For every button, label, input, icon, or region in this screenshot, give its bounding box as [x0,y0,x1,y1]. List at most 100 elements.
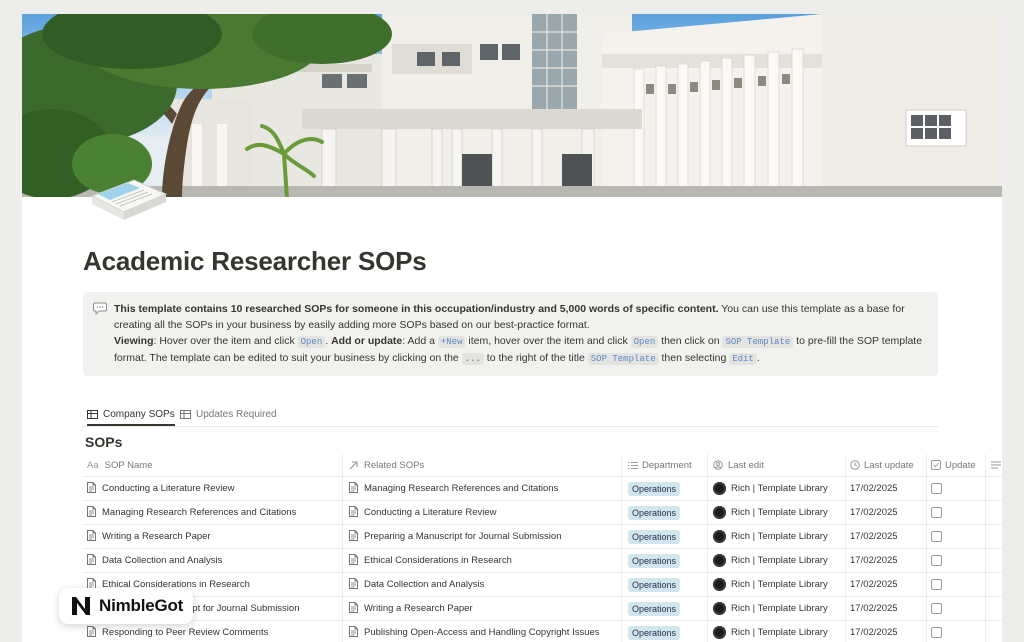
speech-bubble-icon [93,302,109,316]
last-update-date: 17/02/2025 [850,603,898,614]
update-checkbox[interactable] [931,627,942,638]
related-sop-cell[interactable]: Ethical Considerations in Research [349,549,619,572]
table-row[interactable]: Conducting a Literature Review Managing R… [83,477,1002,501]
department-cell[interactable]: Operations [628,573,708,596]
related-sop-cell[interactable]: Publishing Open-Access and Handling Copy… [349,621,619,642]
update-checkbox[interactable] [931,507,942,518]
avatar [713,626,726,639]
column-header-more[interactable] [991,454,1002,476]
tab-company-sops[interactable]: Company SOPs [87,404,175,426]
last-update-cell: 17/02/2025 [850,549,930,572]
sop-name-cell[interactable]: Data Collection and Analysis [87,549,342,572]
table-row[interactable]: Responding to Peer Review Comments Publis… [83,621,1002,642]
tab-updates-required[interactable]: Updates Required [180,404,277,425]
document-icon [349,625,358,640]
column-divider [342,597,343,620]
avatar [713,602,726,615]
column-header-department[interactable]: Department [628,454,708,476]
nimblegot-logo: NimbleGot [59,588,193,624]
column-divider [926,621,927,642]
update-checkbox[interactable] [931,483,942,494]
database-title[interactable]: SOPs [85,434,122,450]
column-header-last-update[interactable]: Last update [850,454,930,476]
update-cell[interactable] [931,477,986,500]
department-cell[interactable]: Operations [628,525,708,548]
sop-name-cell[interactable]: Writing a Research Paper [87,525,342,548]
update-cell[interactable] [931,573,986,596]
column-header-related[interactable]: Related SOPs [349,454,619,476]
column-divider [985,501,986,524]
column-divider [707,477,708,500]
editor-name: Rich | Template Library [731,555,828,566]
related-sop-link[interactable]: Data Collection and Analysis [364,579,484,590]
document-icon [87,625,96,640]
column-divider [707,621,708,642]
related-sop-cell[interactable]: Writing a Research Paper [349,597,619,620]
document-icon [349,601,358,616]
related-sop-link[interactable]: Preparing a Manuscript for Journal Submi… [364,531,561,542]
update-cell[interactable] [931,597,986,620]
column-divider [926,477,927,500]
update-cell[interactable] [931,621,986,642]
page-icon[interactable] [88,174,168,224]
update-cell[interactable] [931,549,986,572]
department-cell[interactable]: Operations [628,597,708,620]
sop-name-cell[interactable]: Conducting a Literature Review [87,477,342,500]
column-divider [342,454,343,476]
related-sop-link[interactable]: Managing Research References and Citatio… [364,483,558,494]
related-sop-cell[interactable]: Preparing a Manuscript for Journal Submi… [349,525,619,548]
department-badge: Operations [628,625,681,640]
department-cell[interactable]: Operations [628,477,708,500]
department-cell[interactable]: Operations [628,501,708,524]
viewing-text: : Hover over the item and click [153,335,298,347]
related-sop-link[interactable]: Ethical Considerations in Research [364,555,512,566]
sop-table: Aa SOP Name Related SOPs Department Last… [83,454,1002,642]
department-cell[interactable]: Operations [628,621,708,642]
table-icon [180,410,191,419]
table-row[interactable]: Ethical Considerations in Research Data C… [83,573,1002,597]
related-sop-cell[interactable]: Data Collection and Analysis [349,573,619,596]
sop-name-cell[interactable]: Managing Research References and Citatio… [87,501,342,524]
table-row[interactable]: Writing a Research Paper Preparing a Manu… [83,525,1002,549]
related-sop-link[interactable]: Conducting a Literature Review [364,507,497,518]
related-sop-cell[interactable]: Managing Research References and Citatio… [349,477,619,500]
table-row[interactable]: Data Collection and Analysis Ethical Cons… [83,549,1002,573]
document-icon [349,481,358,496]
sop-name: Conducting a Literature Review [102,483,235,494]
view-tabs: Company SOPs Updates Required [83,404,938,427]
column-header-name[interactable]: Aa SOP Name [87,454,342,476]
column-divider [621,477,622,500]
document-icon [349,505,358,520]
column-divider [707,573,708,596]
column-divider [926,454,927,476]
column-header-last-edit[interactable]: Last edit [713,454,848,476]
update-checkbox[interactable] [931,603,942,614]
last-update-date: 17/02/2025 [850,531,898,542]
update-checkbox[interactable] [931,555,942,566]
document-icon [87,505,96,520]
department-cell[interactable]: Operations [628,549,708,572]
column-divider [926,597,927,620]
department-badge: Operations [628,529,681,544]
related-sop-link[interactable]: Publishing Open-Access and Handling Copy… [364,627,600,638]
update-cell[interactable] [931,525,986,548]
update-checkbox[interactable] [931,579,942,590]
last-update-date: 17/02/2025 [850,555,898,566]
related-sop-cell[interactable]: Conducting a Literature Review [349,501,619,524]
column-divider [845,621,846,642]
page-title[interactable]: Academic Researcher SOPs [83,246,427,277]
table-row[interactable]: Managing Research References and Citatio… [83,501,1002,525]
related-sop-link[interactable]: Writing a Research Paper [364,603,473,614]
update-cell[interactable] [931,501,986,524]
column-divider [707,454,708,476]
column-divider [707,597,708,620]
column-header-update[interactable]: Update [931,454,986,476]
update-checkbox[interactable] [931,531,942,542]
sop-name-cell[interactable]: Responding to Peer Review Comments [87,621,342,642]
column-divider [621,454,622,476]
column-divider [621,621,622,642]
column-divider [845,477,846,500]
table-row[interactable]: Preparing a Manuscript for Journal Submi… [83,597,1002,621]
column-divider [985,549,986,572]
column-divider [985,597,986,620]
